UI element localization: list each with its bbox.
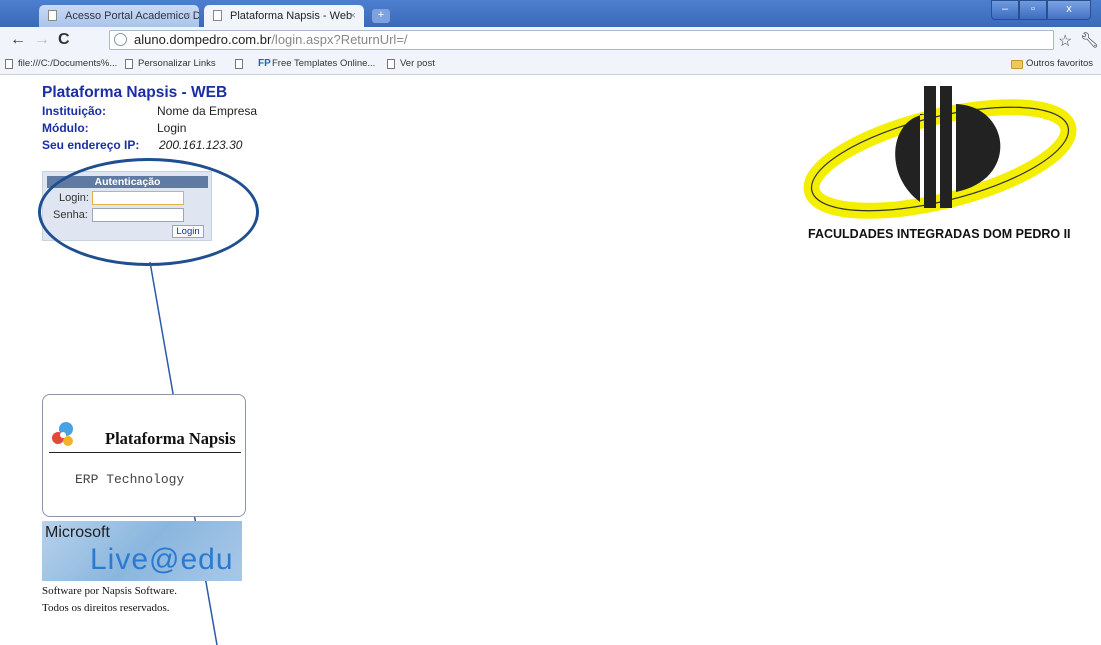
tab-label: Plataforma Napsis - Web <box>230 10 353 22</box>
minimize-button[interactable]: – <box>991 0 1019 20</box>
tab-portal-academico[interactable]: Acesso Portal Academico D... × <box>39 5 199 27</box>
ip-label: Seu endereço IP: <box>42 138 140 152</box>
forward-button[interactable]: → <box>34 31 50 49</box>
maximize-button[interactable]: ▫ <box>1019 0 1047 20</box>
bookmark-star-icon[interactable]: ☆ <box>1058 31 1072 51</box>
browser-toolbar: ← → C aluno.dompedro.com.br/login.aspx?R… <box>0 27 1101 54</box>
footer-line-2: Todos os direitos reservados. <box>42 602 170 614</box>
bookmark-label: Free Templates Online... <box>272 58 376 69</box>
address-bar[interactable]: aluno.dompedro.com.br/login.aspx?ReturnU… <box>109 30 1054 50</box>
napsis-badge-subtitle: ERP Technology <box>75 472 185 487</box>
logo-stem-left <box>924 86 936 208</box>
new-tab-button[interactable]: + <box>372 9 390 23</box>
folder-label: Outros favoritos <box>1025 58 1093 69</box>
bookmark-item[interactable]: FP Free Templates Online... <box>258 54 375 74</box>
url-text: aluno.dompedro.com.br/login.aspx?ReturnU… <box>134 31 408 49</box>
page-icon <box>235 59 243 69</box>
napsis-gear-icon <box>52 422 73 446</box>
wrench-icon[interactable]: 🔧︎ <box>1080 31 1099 49</box>
page-icon <box>387 59 395 69</box>
window-controls: – ▫ x <box>991 0 1091 20</box>
tab-label: Acesso Portal Academico D... <box>65 10 199 22</box>
module-value: Login <box>157 121 187 135</box>
back-button[interactable]: ← <box>10 31 26 49</box>
module-label: Módulo: <box>42 121 89 135</box>
dom-pedro-logo <box>803 86 1077 219</box>
annotation-ellipse <box>38 158 259 266</box>
free-templates-icon: FP <box>258 58 271 69</box>
other-bookmarks-folder[interactable]: Outros favoritos <box>1010 54 1093 74</box>
napsis-badge[interactable]: Plataforma Napsis ERP Technology <box>42 394 246 517</box>
reload-button[interactable]: C <box>58 31 70 49</box>
page-title: Plataforma Napsis - WEB <box>42 84 228 101</box>
tab-plataforma-napsis[interactable]: Plataforma Napsis - Web × <box>204 5 364 27</box>
close-tab-icon[interactable]: × <box>185 5 191 27</box>
bookmark-label: Personalizar Links <box>138 58 216 69</box>
institution-label: Instituição: <box>42 104 107 118</box>
bookmark-label: file:///C:/Documents%... <box>18 58 118 69</box>
bookmarks-bar: file:///C:/Documents%... Personalizar Li… <box>0 54 1101 75</box>
page-icon <box>48 10 57 21</box>
page-icon <box>5 59 13 69</box>
ip-value: 200.161.123.30 <box>159 138 243 152</box>
url-host: aluno.dompedro.com.br <box>134 32 272 47</box>
bookmark-item[interactable]: Ver post <box>386 54 435 74</box>
logo-caption: FACULDADES INTEGRADAS DOM PEDRO II <box>808 227 1071 241</box>
url-path: /login.aspx?ReturnUrl=/ <box>271 32 408 47</box>
divider <box>49 452 241 453</box>
institution-value: Nome da Empresa <box>157 104 258 118</box>
page-icon <box>213 10 222 21</box>
close-tab-icon[interactable]: × <box>350 5 356 27</box>
folder-icon <box>1010 60 1023 69</box>
globe-icon <box>114 33 127 46</box>
logo-stem-right <box>940 86 952 208</box>
bookmark-item[interactable]: file:///C:/Documents%... <box>4 54 117 74</box>
bookmark-item[interactable]: Personalizar Links <box>124 54 216 74</box>
tab-strip: Acesso Portal Academico D... × Plataform… <box>0 0 1101 27</box>
live-edu-product: Live@edu <box>90 543 234 576</box>
footer-line-1: Software por Napsis Software. <box>42 585 178 597</box>
live-edu-badge[interactable]: Microsoft Live@edu <box>42 521 242 581</box>
close-window-button[interactable]: x <box>1047 0 1091 20</box>
microsoft-brand: Microsoft <box>45 524 110 541</box>
page-icon <box>125 59 133 69</box>
bookmark-label: Ver post <box>400 58 435 69</box>
napsis-badge-title: Plataforma Napsis <box>105 429 236 448</box>
